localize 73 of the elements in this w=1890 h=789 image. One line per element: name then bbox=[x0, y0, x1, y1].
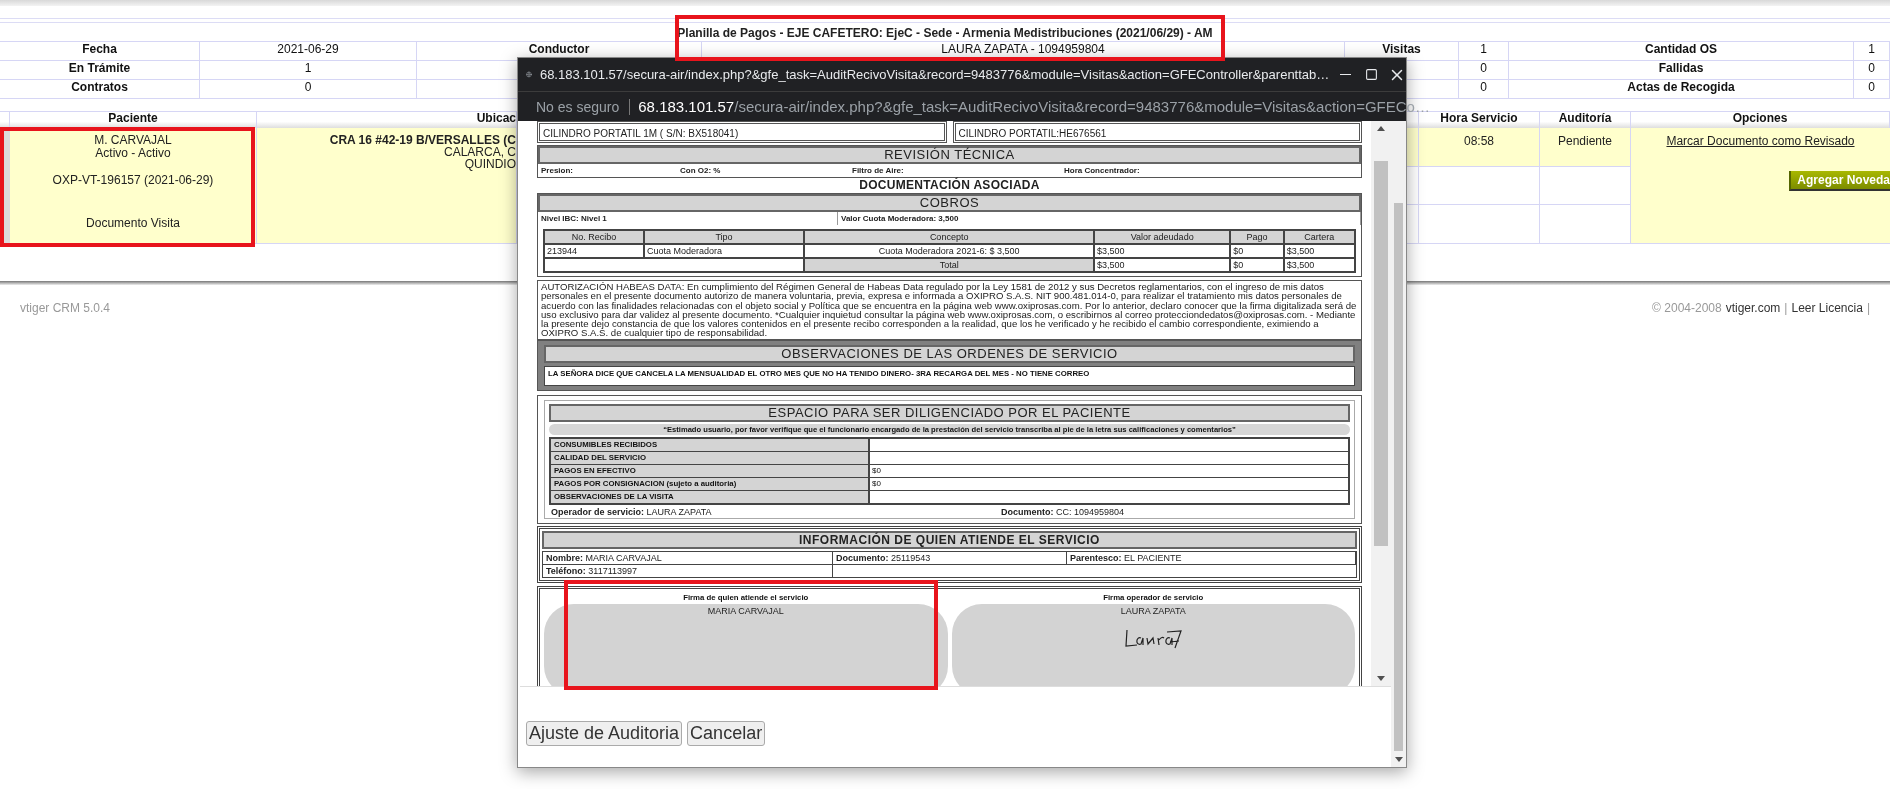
summary-label: Contratos bbox=[0, 80, 200, 99]
patient-status: Activo - Activo bbox=[95, 147, 171, 160]
patient-name: M. CARVAJAL bbox=[94, 134, 172, 147]
audit-status: Pendiente bbox=[1540, 128, 1630, 167]
scrollbar[interactable] bbox=[1371, 121, 1391, 686]
summary-value: 1 bbox=[1459, 42, 1509, 61]
service-time: 08:58 bbox=[1419, 128, 1539, 167]
summary-value: 2021-06-29 bbox=[200, 42, 417, 61]
visit-code: OXP-VT-196157 (2021-06-29) bbox=[52, 174, 214, 187]
attendee-field: Documento: 25119543 bbox=[833, 551, 1067, 564]
attendee-field: Parentesco: EL PACIENTE bbox=[1067, 551, 1356, 564]
section-header: INFORMACIÓN DE QUIEN ATIENDE EL SERVICIO bbox=[542, 530, 1357, 549]
summary-value: 0 bbox=[1459, 61, 1509, 80]
field-text: Nivel IBC: Nivel 1 bbox=[538, 212, 838, 225]
section-header: COBROS bbox=[538, 194, 1361, 212]
column-header: Ubicac bbox=[257, 111, 517, 128]
address-line: CRA 16 #42-19 B/VERSALLES (C bbox=[329, 134, 516, 146]
column-header: No. Recibo bbox=[544, 230, 644, 244]
form-value: $0 bbox=[871, 477, 882, 490]
section-header: OBSERVACIONES DE LAS ORDENES DE SERVICIO bbox=[544, 344, 1355, 363]
cancel-button[interactable]: Cancelar bbox=[687, 721, 766, 746]
maximize-icon bbox=[1364, 68, 1378, 81]
field-label: Filtro de Aire: bbox=[852, 166, 905, 175]
summary-label: Fallidas bbox=[1509, 61, 1854, 80]
summary-value: 0 bbox=[1854, 80, 1890, 99]
form-value: $0 bbox=[871, 464, 882, 477]
security-label: No es seguro bbox=[536, 98, 631, 115]
column-header: Tipo bbox=[643, 230, 805, 244]
summary-label: En Trámite bbox=[0, 61, 200, 80]
footer-text: | bbox=[1784, 301, 1788, 315]
operator-document: Documento: CC: 1094959804 bbox=[1001, 506, 1126, 517]
field-label: Con O2: % bbox=[680, 166, 722, 175]
footer-text: © 2004-2008 bbox=[1652, 301, 1722, 315]
audit-adjust-button[interactable]: Ajuste de Auditoria bbox=[526, 721, 683, 746]
document-label: Documento Visita bbox=[86, 217, 180, 230]
operator-text: Operador de servicio: LAURA ZAPATA bbox=[551, 506, 713, 517]
summary-label: Fecha bbox=[0, 42, 200, 61]
section-header: ESPACIO PARA SER DILIGENCIADO POR EL PACIENTE bbox=[549, 403, 1350, 422]
scrollbar[interactable] bbox=[1391, 121, 1406, 767]
footer-text: | bbox=[1866, 301, 1870, 315]
section-header: REVISIÓN TÉCNICA bbox=[538, 146, 1361, 164]
column-header: Concepto bbox=[804, 230, 1095, 244]
summary-label: Cantidad OS bbox=[1509, 42, 1854, 61]
column-header: Hora Servicio bbox=[1419, 111, 1540, 128]
summary-value: 0 bbox=[1854, 61, 1890, 80]
field-label: Presion: bbox=[541, 166, 574, 175]
consent-paragraph: AUTORIZACIÓN HABEAS DATA: En cumplimiento del Régimen General de Habeas Data regulado por la Ley 1581 de 2012 y sus Decretos reglamentarios, con el ingreso de mis datos personales en el presente documento autorizo de manera voluntaria, previa, expresa e informada a OXIPRO S.A.S. NIT 900.481.014-0, para realizar el tratamiento mis datos personales de acuerdo con las finalidades relacionadas con el objeto social y Política que se encuentra en la página web www.oxiprosas.com. Por lo anterior, declaro conocer que la firma digitalizada será de uso exclusivo para dar validez al presente documento. *Cualquier inquietud consultar la página web www.oxiprosas.com, o escribirnos al correo protecciondedatos@oxiprosas.com. - Mediante la presente dejo constancia de que los valores contenidos en el presente recibo corresponden a la realidad, que los he verificado y he recibido el cambio correspondiente, eximiendo a OXIPRO S.A.S. de cualquier tipo de responsabilidad. bbox=[537, 280, 1362, 340]
summary-value: 1 bbox=[200, 61, 417, 80]
version-text: vtiger CRM 5.0.4 bbox=[20, 301, 111, 315]
mark-reviewed-link[interactable]: Marcar Documento como Revisado bbox=[1666, 134, 1855, 148]
equipment-box: CILINDRO PORTATIL:HE676561 bbox=[952, 121, 1362, 143]
field-label: Hora Concentrador: bbox=[1064, 166, 1141, 175]
section-title: DOCUMENTACIÓN ASOCIADA bbox=[858, 178, 1041, 193]
column-header: Valor adeudado bbox=[1094, 230, 1231, 244]
summary-value: 1 bbox=[1854, 42, 1890, 61]
minimize-icon bbox=[1340, 74, 1352, 75]
window-title: 68.183.101.57/secura-air/index.php?&gfe_task=AuditRecivoVisita&record=9483776&module=Visitas&action=GFEController&parenttab… bbox=[539, 67, 1330, 82]
signer-name: MARIA CARVAJAL bbox=[707, 605, 784, 616]
summary-value: 0 bbox=[1459, 80, 1509, 99]
address-line: CALARCA, C bbox=[443, 146, 516, 158]
summary-label: Actas de Recogida bbox=[1509, 80, 1854, 99]
column-header: Cartera bbox=[1283, 230, 1355, 244]
signer-name: LAURA ZAPATA bbox=[1120, 605, 1186, 616]
equipment-box: CILINDRO PORTATIL 1M ( S/N: BX518041) bbox=[537, 121, 947, 143]
field-text: Valor Cuota Moderadora: 3,500 bbox=[838, 212, 1361, 225]
column-header: Pago bbox=[1230, 230, 1284, 244]
attendee-field: Nombre: MARIA CARVAJAL bbox=[543, 551, 833, 564]
address-line: QUINDIO bbox=[464, 158, 516, 170]
summary-value: 0 bbox=[200, 80, 417, 99]
footer-link[interactable]: Leer Licencia bbox=[1791, 301, 1863, 315]
column-header: Opciones bbox=[1631, 111, 1890, 128]
column-header: Auditoría bbox=[1540, 111, 1631, 128]
footer-link[interactable]: vtiger.com bbox=[1725, 301, 1781, 315]
